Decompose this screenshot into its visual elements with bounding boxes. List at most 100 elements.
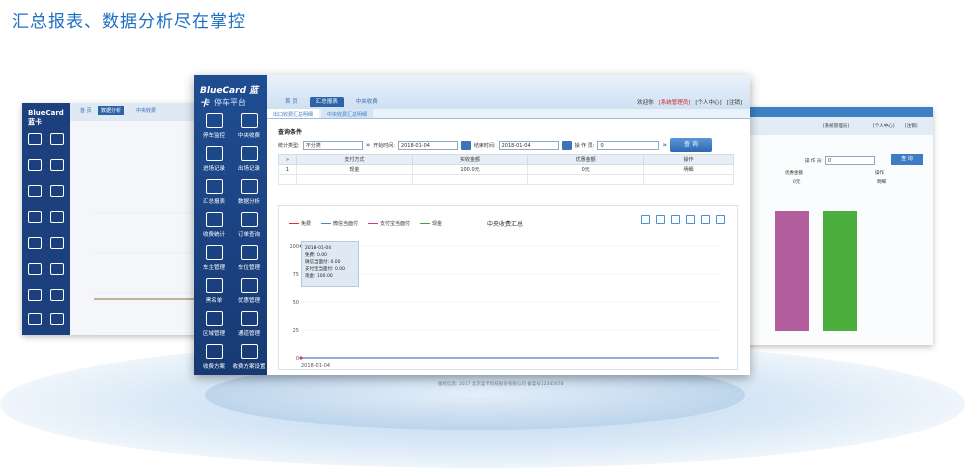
sidebar-item-label: 数据分析 <box>237 199 260 205</box>
sidebar-item[interactable]: 车位管理 <box>231 245 267 271</box>
monitor-icon <box>240 113 258 128</box>
left-tab-home: 首 页 <box>80 108 92 114</box>
right-cell-discount: 0元 <box>793 180 801 185</box>
subtab-exit-summary[interactable]: 出口收费汇总明细 <box>267 109 320 118</box>
user-name[interactable]: [系统管理员] <box>659 98 691 106</box>
series-point <box>299 356 303 360</box>
sidebar-item-label: 区域管理 <box>202 331 225 337</box>
subtab-central-summary[interactable]: 中央收费汇总明细 <box>321 109 374 118</box>
col-expand[interactable]: » <box>278 154 297 165</box>
table-row <box>278 174 734 185</box>
sidebar-item[interactable]: 中央收费 <box>231 113 267 139</box>
sidebar-item[interactable]: 汇总报表 <box>196 179 232 205</box>
right-bar-2 <box>823 211 857 331</box>
sidebar-item[interactable]: 优惠管理 <box>231 278 267 304</box>
type-label: 统计类型: <box>278 142 300 149</box>
parking-icon <box>240 245 258 260</box>
personal-center-link[interactable]: [个人中心] <box>695 98 721 106</box>
sidebar-item[interactable]: 出场记录 <box>231 146 267 172</box>
operator-input[interactable]: 0 <box>597 140 660 150</box>
sidebar-item-label: 进场记录 <box>202 166 225 172</box>
bar-chart-icon <box>240 179 258 194</box>
chevron-down-icon[interactable]: » <box>662 141 667 149</box>
sidebar-item[interactable]: 停车监控 <box>196 113 232 139</box>
cell-received: 100.0元 <box>411 164 529 175</box>
sidebar-item-label: 停车监控 <box>202 133 225 139</box>
chevron-down-icon[interactable]: » <box>366 141 371 149</box>
settings-icon <box>50 313 64 325</box>
search-doc-icon <box>50 211 64 223</box>
gate-icon <box>50 289 64 301</box>
type-select[interactable]: 不分类 <box>302 140 363 150</box>
calendar-icon[interactable] <box>460 140 471 150</box>
sidebar-item[interactable]: 进场记录 <box>196 146 232 172</box>
y-tick-label: 50 <box>293 300 299 306</box>
settings-icon <box>240 344 258 359</box>
right-user: [系统管理员] <box>823 124 850 129</box>
right-subbar: [系统管理员] [个人中心] [注销] <box>735 117 933 135</box>
coin-hand-icon <box>240 278 258 293</box>
sidebar-item[interactable]: 区域管理 <box>196 311 232 337</box>
left-topbar: 首 页 数据分析 中央收费 <box>70 103 212 121</box>
left-tab-analysis: 数据分析 <box>98 106 125 115</box>
sidebar-item-label: 收费方案 <box>202 364 225 370</box>
footer: 版权信息: 2017 北京蓝卡科技股份有限公司 备案号12345678 <box>438 382 564 387</box>
calendar-icon[interactable] <box>561 140 572 150</box>
parking-icon <box>50 237 64 249</box>
sidebar-item[interactable]: 数据分析 <box>231 179 267 205</box>
sidebar-item[interactable]: 收费方案 <box>196 344 232 370</box>
sidebar-item-label: 收费统计 <box>202 232 225 238</box>
y-tick-label: 75 <box>293 272 299 278</box>
right-col-action: 操作 <box>875 171 884 176</box>
coin-hand-icon <box>50 263 64 275</box>
detail-link[interactable]: 明细 <box>643 164 734 175</box>
end-date-input[interactable]: 2018-01-04 <box>498 140 559 150</box>
query-row: 统计类型: 不分类 » 开始时间: 2018-01-04 结束时间: 2018-… <box>278 138 738 152</box>
home-icon <box>28 133 42 145</box>
x-tick-label: 2018-01-04 <box>301 363 330 369</box>
right-cell-detail[interactable]: 明细 <box>877 179 886 185</box>
start-date-input[interactable]: 2018-01-04 <box>397 140 458 150</box>
sidebar-item[interactable]: 车主管理 <box>196 245 232 271</box>
summary-table: » 支付方式 实收金额 优惠金额 操作 1 现金 100.0元 0元 明细 <box>278 154 734 185</box>
logout-link[interactable]: [注销] <box>727 98 742 106</box>
map-pin-icon <box>28 289 42 301</box>
tooltip-date: 2018-01-04 <box>305 246 332 251</box>
monitor-icon <box>50 133 64 145</box>
right-operator-input[interactable]: 0 <box>824 156 875 165</box>
tab-central-charge[interactable]: 中央收费 <box>350 97 384 107</box>
y-tick-label: 25 <box>293 328 299 334</box>
welcome-text: 欢迎你 <box>637 100 654 106</box>
chart-tooltip: 2018-01-04 免费: 0.00 微信当面付: 0.00 支付宝当面付: … <box>301 241 359 287</box>
gate-icon <box>240 311 258 326</box>
sidebar-item[interactable]: 收费方案设置 <box>231 344 267 370</box>
sidebar-item[interactable]: 通道管理 <box>231 311 267 337</box>
col-action: 操作 <box>643 154 734 165</box>
sidebar-item-label: 收费方案设置 <box>232 364 266 370</box>
bar-chart-icon <box>50 185 64 197</box>
col-discount: 优惠金额 <box>527 154 644 165</box>
query-button[interactable]: 查 询 <box>670 138 712 152</box>
col-payment: 支付方式 <box>296 154 413 165</box>
tooltip-line: 免费: 0.00 <box>305 253 327 258</box>
chart-plot: 10075502502018-01-04 <box>289 244 719 369</box>
query-title: 查询条件 <box>278 129 303 136</box>
sidebar-item[interactable]: 收费统计 <box>196 212 232 238</box>
right-query-button[interactable]: 查 询 <box>891 154 923 165</box>
right-topbar <box>735 107 933 117</box>
sidebar-item[interactable]: 黑名单 <box>196 278 232 304</box>
table-header: » 支付方式 实收金额 优惠金额 操作 <box>278 154 734 165</box>
tooltip-line: 现金: 100.00 <box>305 274 333 279</box>
left-screen: BlueCard 蓝卡 首 页 数据分析 中央收费 <box>22 103 212 335</box>
sidebar-item[interactable]: 订单查询 <box>231 212 267 238</box>
map-pin-icon <box>205 311 223 326</box>
sidebar-item-label: 中央收费 <box>237 133 260 139</box>
tab-summary-report[interactable]: 汇总报表 <box>309 97 344 107</box>
tooltip-line: 微信当面付: 0.00 <box>305 260 341 265</box>
y-tick-label: 0 <box>296 356 299 362</box>
tab-home[interactable]: 首 页 <box>279 97 304 107</box>
right-screen: [系统管理员] [个人中心] [注销] 操 作 员: 0 查 询 优惠金额 操作… <box>735 107 933 345</box>
sidebar-item-label: 车主管理 <box>202 265 225 271</box>
right-bar-1 <box>775 211 809 331</box>
home-icon <box>205 113 223 128</box>
